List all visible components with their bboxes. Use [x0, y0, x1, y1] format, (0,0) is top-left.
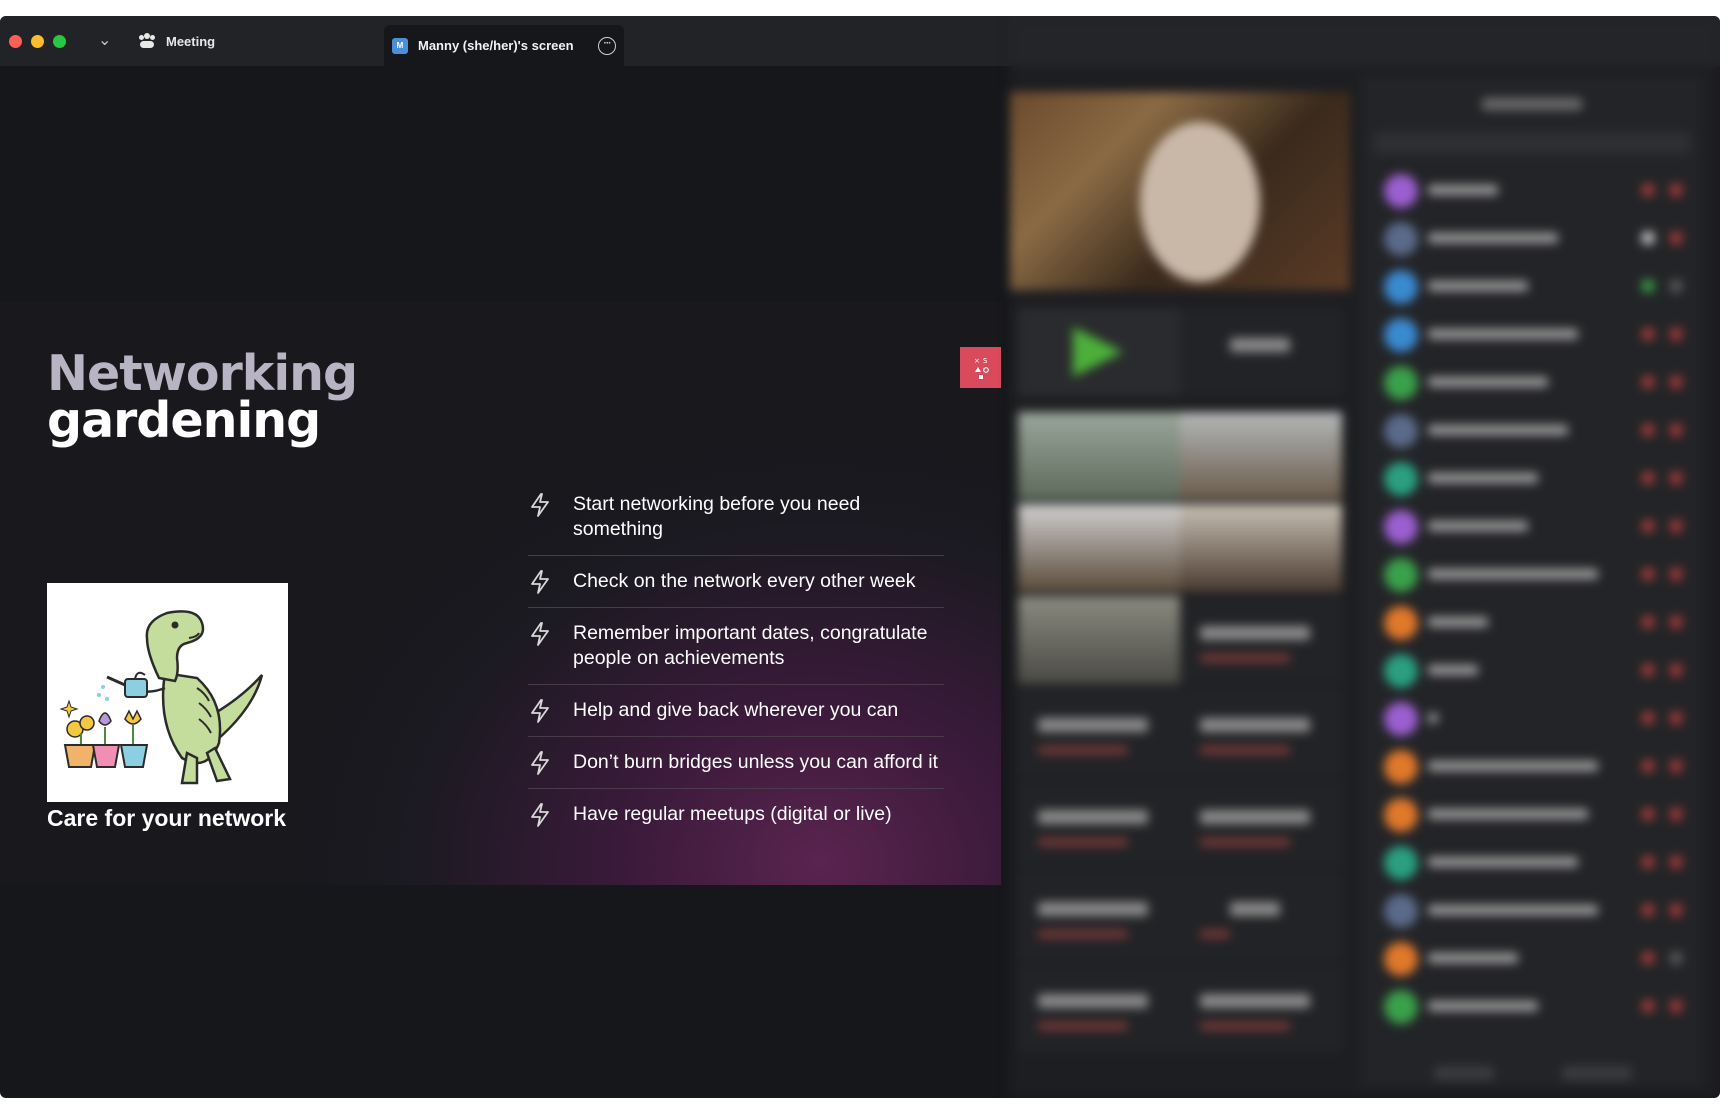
active-speaker-video[interactable]	[1010, 92, 1350, 290]
video-tile[interactable]	[1180, 412, 1342, 500]
video-tile[interactable]	[1180, 504, 1342, 592]
list-item: Have regular meetups (digital or live)	[528, 802, 944, 840]
shared-slide: Networking gardening × S Care for your n…	[0, 302, 1001, 885]
bolt-icon	[531, 751, 549, 775]
video-tile[interactable]	[1018, 308, 1180, 396]
participant-row[interactable]	[1384, 988, 1694, 1024]
participant-row[interactable]	[1384, 268, 1694, 304]
video-tile[interactable]	[1018, 780, 1180, 868]
participant-row[interactable]	[1384, 412, 1694, 448]
participant-row[interactable]	[1384, 220, 1694, 256]
video-tile[interactable]	[1180, 872, 1342, 960]
slide-bullet-list: Start networking before you need somethi…	[528, 492, 944, 853]
video-tile[interactable]	[1018, 504, 1180, 592]
participant-row[interactable]	[1384, 604, 1694, 640]
svg-text:×: ×	[974, 357, 980, 365]
participant-row[interactable]	[1384, 748, 1694, 784]
participant-row[interactable]	[1384, 652, 1694, 688]
invite-button[interactable]	[1434, 1066, 1494, 1080]
bullet-text: Remember important dates, congratulate p…	[573, 622, 928, 669]
slide-title-line-1: Networking	[47, 345, 358, 402]
video-tile[interactable]	[1018, 412, 1180, 500]
svg-text:S: S	[983, 357, 988, 365]
bolt-icon	[531, 493, 549, 517]
bolt-icon	[531, 570, 549, 594]
blurred-meeting-sidebar	[1010, 16, 1720, 1098]
participant-row[interactable]	[1384, 508, 1694, 544]
participants-title	[1482, 98, 1582, 110]
bolt-icon	[531, 622, 549, 646]
participants-search[interactable]	[1374, 132, 1690, 154]
video-tile[interactable]	[1018, 872, 1180, 960]
participant-row[interactable]	[1384, 460, 1694, 496]
video-tile[interactable]	[1180, 596, 1342, 684]
video-tile[interactable]	[1018, 688, 1180, 776]
video-tile[interactable]	[1180, 308, 1342, 396]
illustration-caption: Care for your network	[47, 805, 286, 831]
meeting-icon	[138, 33, 156, 49]
list-item: Remember important dates, congratulate p…	[528, 621, 944, 685]
tab-meeting[interactable]: Meeting	[138, 26, 215, 56]
bolt-icon	[531, 803, 549, 827]
video-tile[interactable]	[1180, 964, 1342, 1052]
video-tile[interactable]	[1018, 964, 1180, 1052]
close-window-button[interactable]	[9, 35, 22, 48]
tab-meeting-label: Meeting	[166, 33, 216, 49]
participant-row[interactable]	[1384, 316, 1694, 352]
participant-row[interactable]	[1384, 172, 1694, 208]
slide-title-line-2: gardening	[47, 392, 321, 449]
participant-row[interactable]	[1384, 700, 1694, 736]
list-item: Check on the network every other week	[528, 569, 944, 608]
bullet-text: Have regular meetups (digital or live)	[573, 803, 892, 825]
speaker-face	[1140, 122, 1260, 282]
video-tile[interactable]	[1018, 596, 1180, 684]
bolt-icon	[531, 699, 549, 723]
more-options-icon[interactable]: ···	[598, 37, 616, 55]
logo-mark-icon: × S	[974, 357, 989, 379]
minimize-window-button[interactable]	[31, 35, 44, 48]
participant-row[interactable]	[1384, 892, 1694, 928]
tab-shared-screen-label: Manny (she/her)'s screen	[418, 38, 574, 53]
play-icon	[1073, 327, 1123, 377]
bullet-text: Check on the network every other week	[573, 570, 916, 592]
list-item: Help and give back wherever you can	[528, 698, 944, 737]
participant-row[interactable]	[1384, 796, 1694, 832]
avatar: M	[392, 37, 408, 54]
bullet-text: Help and give back wherever you can	[573, 699, 899, 721]
list-item: Don’t burn bridges unless you can afford…	[528, 750, 944, 789]
participants-panel	[1362, 76, 1702, 1086]
bullet-text: Don’t burn bridges unless you can afford…	[573, 751, 938, 773]
participant-row[interactable]	[1384, 940, 1694, 976]
zoom-window: ⌄ Meeting M Manny (she/her)'s screen ···…	[0, 16, 1720, 1098]
participant-row[interactable]	[1384, 364, 1694, 400]
participant-row[interactable]	[1384, 556, 1694, 592]
dinosaur-watering-plants-illustration	[47, 583, 288, 802]
list-item: Start networking before you need somethi…	[528, 492, 944, 556]
video-tile[interactable]	[1180, 780, 1342, 868]
bullet-text: Start networking before you need somethi…	[573, 493, 861, 540]
sidebar-header	[1010, 16, 1720, 66]
zoom-window-button[interactable]	[53, 35, 66, 48]
chevron-down-icon[interactable]: ⌄	[98, 30, 111, 50]
participant-row[interactable]	[1384, 844, 1694, 880]
video-tile[interactable]	[1180, 688, 1342, 776]
slide-title: Networking gardening	[47, 345, 358, 449]
brand-logo: × S	[960, 347, 1001, 388]
mute-all-button[interactable]	[1562, 1066, 1632, 1080]
tab-shared-screen[interactable]: M Manny (she/her)'s screen ···	[384, 25, 624, 66]
